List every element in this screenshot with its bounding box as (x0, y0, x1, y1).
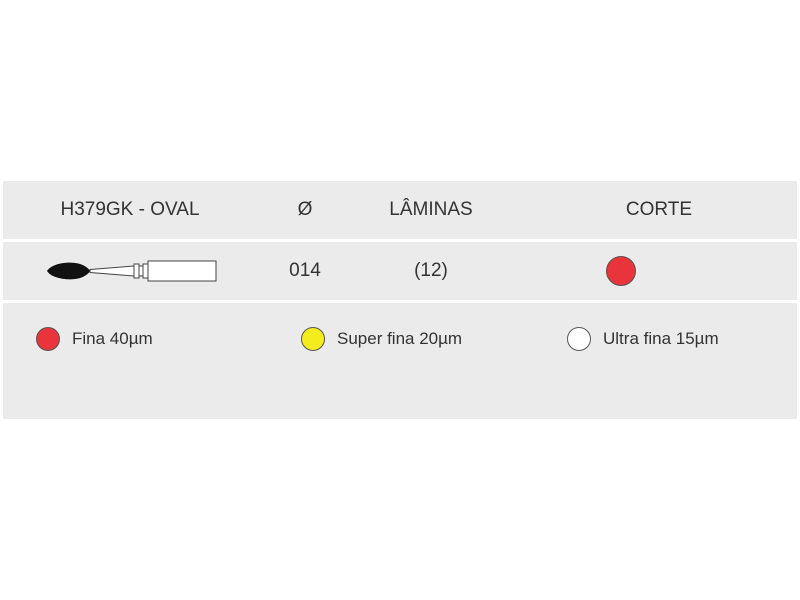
header-cut: CORTE (625, 199, 693, 220)
legend-dot-white (567, 327, 591, 351)
legend-label: Ultra fina 15µm (603, 329, 719, 348)
legend-item-super-fina: Super fina 20µm (301, 325, 462, 353)
cut-legend: Fina 40µm Super fina 20µm Ultra fina 15µ… (3, 303, 797, 419)
product-blades: (12) (414, 260, 448, 281)
legend-item-fina: Fina 40µm (36, 325, 153, 353)
header-model: H379GK - OVAL (60, 199, 200, 220)
legend-item-ultra-fina: Ultra fina 15µm (567, 325, 719, 353)
header-diameter: Ø (297, 199, 313, 220)
product-spec-table: H379GK - OVAL Ø LÂMINAS CORTE 014 (12) F… (3, 181, 797, 419)
table-header-row: H379GK - OVAL Ø LÂMINAS CORTE (3, 181, 797, 239)
cut-grade-dot (606, 256, 636, 286)
table-row: 014 (12) (3, 242, 797, 300)
legend-label: Super fina 20µm (337, 329, 463, 348)
header-blades: LÂMINAS (389, 199, 473, 220)
oval-bur-icon (47, 260, 217, 282)
legend-dot-yellow (301, 327, 325, 351)
legend-dot-red (36, 327, 60, 351)
product-diameter: 014 (289, 260, 321, 281)
legend-label: Fina 40µm (72, 329, 153, 348)
